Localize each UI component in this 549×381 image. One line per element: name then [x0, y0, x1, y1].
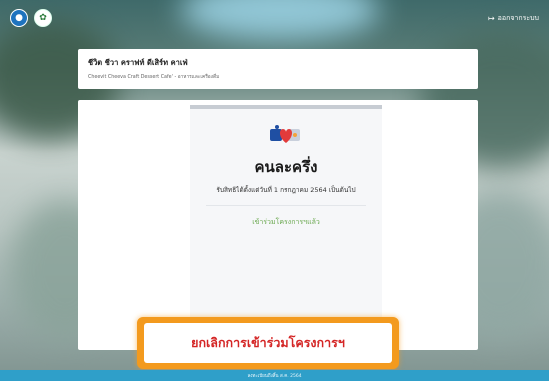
cancel-participation-button[interactable]: ยกเลิกการเข้าร่วมโครงการฯ	[144, 323, 392, 363]
footer: ลงทะเบียนถึงสิ้น ส.ค. 2564	[0, 370, 549, 381]
page: ● ✿ ↦ ออกจากระบบ ชีวิต ชีวา คราฟท์ ดีเสิ…	[0, 0, 549, 381]
program-title: คนละครึ่ง	[254, 158, 318, 176]
joined-status-label: เข้าร่วมโครงการฯแล้ว	[252, 218, 320, 226]
logo-group: ● ✿	[10, 9, 52, 27]
program-panel: คนละครึ่ง รับสิทธิได้ตั้งแต่วันที่ 1 กรก…	[190, 105, 382, 330]
shop-name: ชีวิต ชีวา คราฟท์ ดีเสิร์ท คาเฟ่	[88, 58, 188, 67]
footer-text: ลงทะเบียนถึงสิ้น ส.ค. 2564	[247, 374, 302, 379]
logout-button[interactable]: ↦ ออกจากระบบ	[488, 13, 539, 24]
ktb-logo-icon: ●	[10, 9, 28, 27]
program-description: รับสิทธิได้ตั้งแต่วันที่ 1 กรกฎาคม 2564 …	[216, 186, 356, 194]
program-logo-icon	[270, 125, 300, 143]
shop-info-card: ชีวิต ชีวา คราฟท์ ดีเสิร์ท คาเฟ่ Cheevit…	[78, 49, 478, 89]
divider	[206, 205, 366, 206]
shop-subtitle: Cheevit Cheeva Craft Dessert Cafe' - อาห…	[88, 75, 220, 80]
logout-icon: ↦	[487, 13, 495, 23]
logout-label: ออกจากระบบ	[497, 13, 539, 22]
govt-seal-icon: ✿	[34, 9, 52, 27]
top-bar: ● ✿ ↦ ออกจากระบบ	[0, 0, 549, 36]
